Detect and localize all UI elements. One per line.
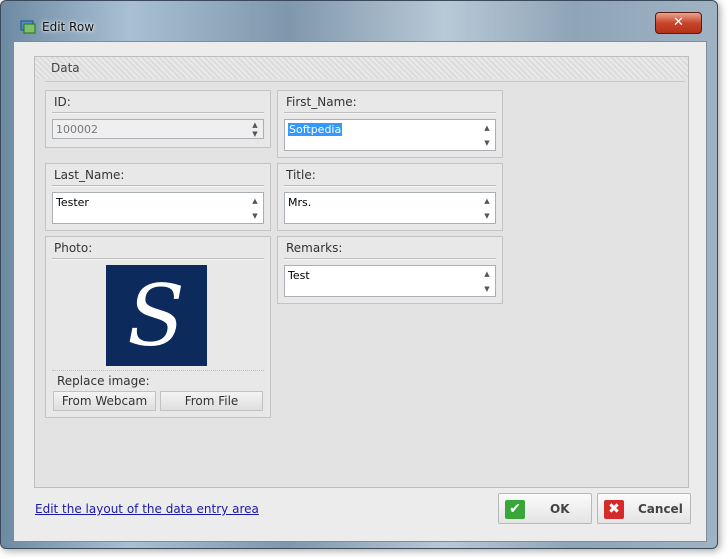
group-header: Data <box>35 57 688 79</box>
first-name-label: First_Name: <box>286 95 357 109</box>
remarks-scroller[interactable]: ▲ ▼ <box>479 266 495 296</box>
first-name-value: Softpedia <box>288 123 343 136</box>
last-name-field[interactable]: Tester ▲ ▼ <box>52 192 264 224</box>
svg-text:S: S <box>127 267 185 365</box>
divider <box>45 81 685 82</box>
chevron-down-icon[interactable]: ▼ <box>484 212 489 220</box>
chevron-down-icon[interactable]: ▼ <box>252 212 257 220</box>
window-title: Edit Row <box>42 20 95 34</box>
last-name-value: Tester <box>56 196 89 209</box>
chevron-down-icon[interactable]: ▼ <box>484 285 489 293</box>
divider <box>52 258 264 260</box>
first-name-scroller[interactable]: ▲ ▼ <box>479 120 495 150</box>
edit-row-window: Edit Row ✕ Data ID: 100002 ▲ ▼ First_Nam… <box>0 0 718 549</box>
id-label: ID: <box>54 95 71 109</box>
chevron-down-icon[interactable]: ▼ <box>484 139 489 147</box>
chevron-up-icon[interactable]: ▲ <box>252 197 257 205</box>
chevron-up-icon[interactable]: ▲ <box>484 197 489 205</box>
id-spinner[interactable]: ▲ ▼ <box>247 120 263 138</box>
data-group: Data ID: 100002 ▲ ▼ First_Name: Softpedi… <box>34 56 689 488</box>
checkmark-icon: ✔ <box>505 500 525 519</box>
title-bar[interactable]: Edit Row ✕ <box>1 1 717 41</box>
cancel-button[interactable]: ✖ Cancel <box>597 493 691 524</box>
close-icon: ✕ <box>673 15 684 30</box>
last-name-label: Last_Name: <box>54 168 125 182</box>
title-value: Mrs. <box>288 196 312 209</box>
photo-panel: Photo: S Replace image: From Webcam From… <box>45 236 271 418</box>
last-name-scroller[interactable]: ▲ ▼ <box>247 193 263 223</box>
divider <box>52 185 264 187</box>
remarks-value: Test <box>288 269 310 282</box>
chevron-up-icon[interactable]: ▲ <box>484 270 489 278</box>
cancel-label: Cancel <box>638 502 683 516</box>
remarks-label: Remarks: <box>286 241 343 255</box>
chevron-up-icon[interactable]: ▲ <box>484 124 489 132</box>
divider <box>52 370 264 371</box>
photo-image[interactable]: S <box>106 265 207 366</box>
divider <box>284 112 496 114</box>
title-label: Title: <box>286 168 316 182</box>
from-webcam-button[interactable]: From Webcam <box>53 391 156 411</box>
chevron-up-icon[interactable]: ▲ <box>252 121 257 129</box>
divider <box>52 112 264 114</box>
cross-icon: ✖ <box>604 500 624 519</box>
remarks-field[interactable]: Test ▲ ▼ <box>284 265 496 297</box>
photo-label: Photo: <box>54 241 93 255</box>
ok-button[interactable]: ✔ OK <box>498 493 592 524</box>
id-value: 100002 <box>56 123 98 136</box>
photo-s-logo: S <box>106 265 207 366</box>
dialog-client-area: Data ID: 100002 ▲ ▼ First_Name: Softpedi… <box>13 41 707 542</box>
from-file-button[interactable]: From File <box>160 391 263 411</box>
title-field[interactable]: Mrs. ▲ ▼ <box>284 192 496 224</box>
remarks-panel: Remarks: Test ▲ ▼ <box>277 236 503 304</box>
id-field[interactable]: 100002 ▲ ▼ <box>52 119 264 139</box>
chevron-down-icon[interactable]: ▼ <box>252 130 257 138</box>
replace-image-label: Replace image: <box>57 374 150 388</box>
id-panel: ID: 100002 ▲ ▼ <box>45 90 271 148</box>
first-name-field[interactable]: Softpedia ▲ ▼ <box>284 119 496 151</box>
title-scroller[interactable]: ▲ ▼ <box>479 193 495 223</box>
group-title: Data <box>51 61 80 75</box>
last-name-panel: Last_Name: Tester ▲ ▼ <box>45 163 271 231</box>
first-name-panel: First_Name: Softpedia ▲ ▼ <box>277 90 503 158</box>
ok-label: OK <box>550 502 570 516</box>
app-icon <box>20 20 36 34</box>
divider <box>284 258 496 260</box>
divider <box>284 185 496 187</box>
close-button[interactable]: ✕ <box>655 12 702 34</box>
edit-layout-link[interactable]: Edit the layout of the data entry area <box>35 502 259 516</box>
title-panel: Title: Mrs. ▲ ▼ <box>277 163 503 231</box>
